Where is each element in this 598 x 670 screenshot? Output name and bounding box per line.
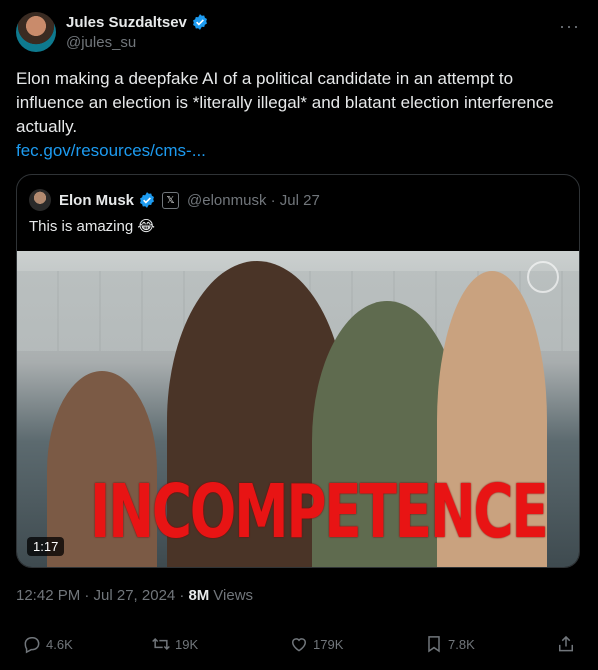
name-row: Jules Suzdaltsev bbox=[66, 13, 209, 31]
reply-icon bbox=[24, 637, 40, 654]
quote-header: Elon Musk 𝕏 @elonmusk · Jul 27 bbox=[29, 189, 320, 211]
author-name[interactable]: Jules Suzdaltsev bbox=[66, 14, 187, 31]
views-label: Views bbox=[213, 587, 254, 604]
repost-count: 19K bbox=[175, 636, 199, 652]
quote-handle-date: @elonmusk · Jul 27 bbox=[187, 191, 320, 209]
share-icon bbox=[559, 635, 573, 652]
reply-count: 4.6K bbox=[46, 636, 73, 652]
more-options-icon[interactable]: ··· bbox=[559, 16, 580, 37]
quote-avatar bbox=[29, 189, 51, 211]
tweet-text: Elon making a deepfake AI of a political… bbox=[16, 69, 554, 136]
x-affiliate-badge-icon: 𝕏 bbox=[162, 191, 180, 209]
like-button[interactable]: 179K bbox=[289, 634, 343, 654]
share-button[interactable] bbox=[556, 634, 576, 654]
video-duration: 1:17 bbox=[27, 537, 65, 556]
bookmark-button[interactable]: 7.8K bbox=[424, 634, 475, 654]
video-overlay-text: INCOMPETENCE bbox=[90, 469, 549, 555]
repost-icon bbox=[152, 637, 170, 651]
timestamp-text[interactable]: 12:42 PM · Jul 27, 2024 · bbox=[16, 587, 184, 604]
tweet-header: Jules Suzdaltsev @jules_su ··· bbox=[16, 10, 582, 56]
repost-button[interactable]: 19K bbox=[151, 634, 198, 654]
quoted-tweet[interactable]: Elon Musk 𝕏 @elonmusk · Jul 27 This is a… bbox=[16, 174, 580, 568]
action-bar: 4.6K 19K 179K 7.8K bbox=[16, 634, 582, 658]
author-handle[interactable]: @jules_su bbox=[66, 34, 136, 51]
reply-button[interactable]: 4.6K bbox=[22, 634, 73, 654]
like-count: 179K bbox=[313, 636, 344, 652]
views-count: 8M bbox=[188, 587, 210, 604]
avatar[interactable] bbox=[16, 12, 56, 52]
tweet-link[interactable]: fec.gov/resources/cms-... bbox=[16, 139, 206, 163]
verified-badge-icon bbox=[192, 14, 207, 30]
quote-author-name: Elon Musk bbox=[59, 191, 135, 209]
video-media[interactable]: INCOMPETENCE 1:17 bbox=[17, 251, 579, 567]
tweet-timestamp: 12:42 PM · Jul 27, 2024 · 8M Views bbox=[16, 587, 253, 604]
bookmark-icon bbox=[428, 636, 440, 653]
bookmark-count: 7.8K bbox=[448, 636, 475, 652]
heart-icon bbox=[291, 638, 307, 652]
quote-text: This is amazing 😂 bbox=[29, 218, 155, 235]
quote-verified-badge-icon bbox=[140, 192, 154, 208]
watermark-icon bbox=[527, 261, 559, 293]
